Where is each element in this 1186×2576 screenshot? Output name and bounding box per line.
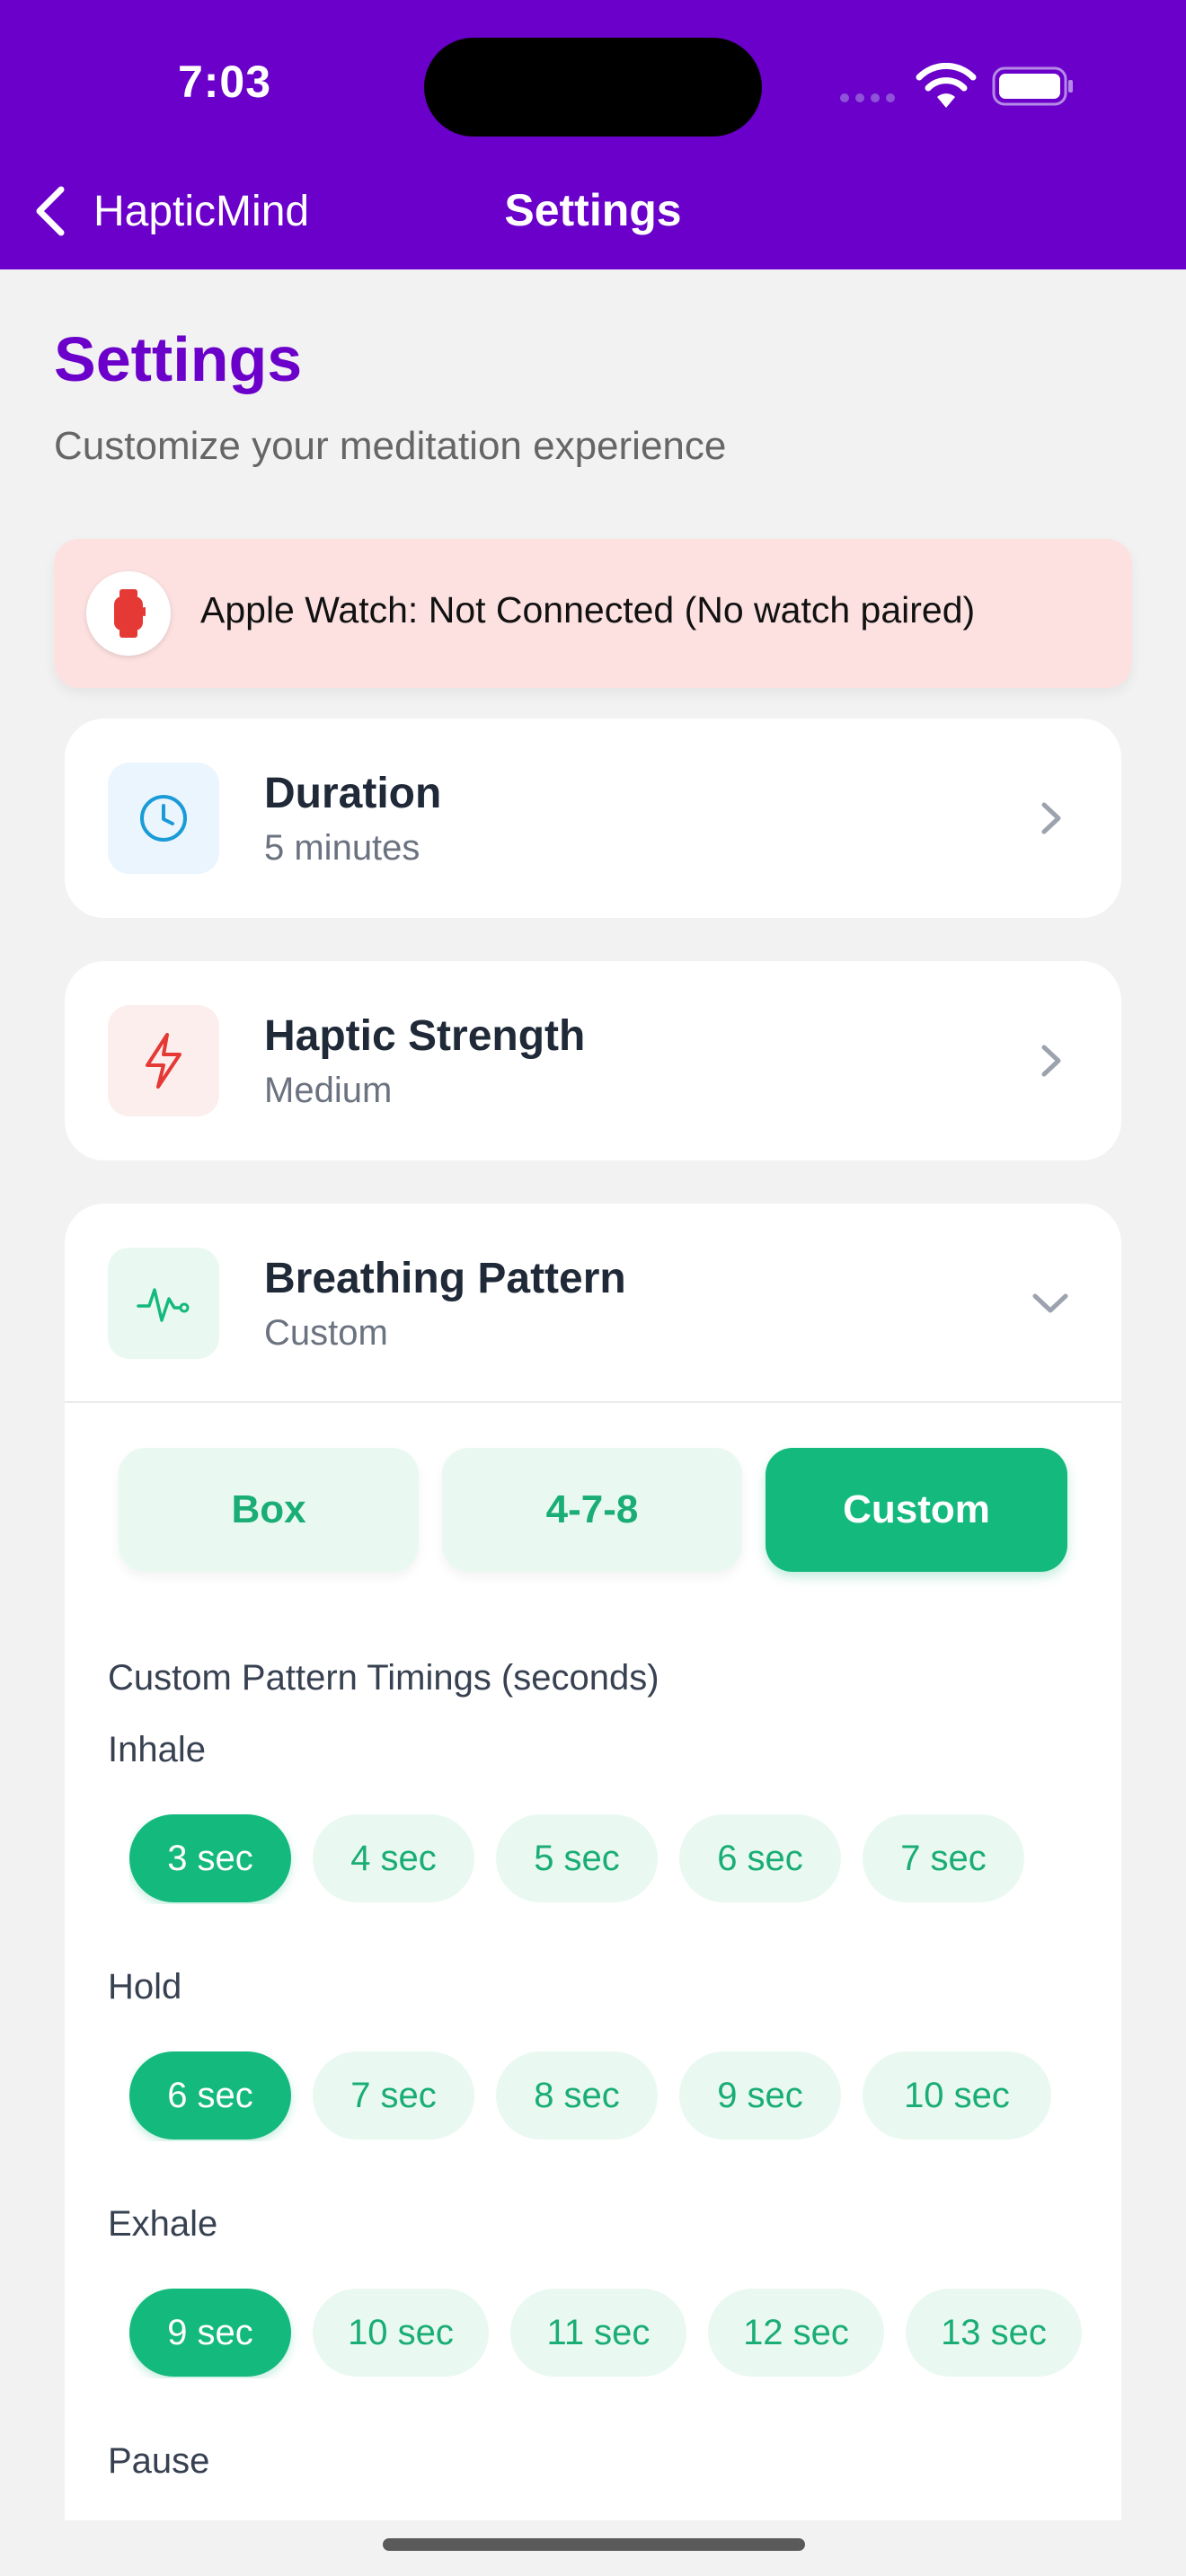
hold-option[interactable]: 6 sec: [129, 2051, 291, 2139]
hold-option[interactable]: 7 sec: [313, 2051, 474, 2139]
hold-label: Hold: [108, 1967, 182, 2007]
hold-options: 6 sec 7 sec 8 sec 9 sec 10 sec: [129, 2051, 1089, 2141]
pause-label: Pause: [108, 2441, 210, 2481]
duration-setting-card[interactable]: Duration 5 minutes: [65, 719, 1121, 918]
exhale-option[interactable]: 12 sec: [708, 2289, 884, 2377]
page-title: Settings: [54, 324, 303, 394]
wifi-icon: [916, 63, 977, 108]
watch-status-text: Apple Watch: Not Connected (No watch pai…: [200, 589, 976, 631]
cellular-signal-icon: [840, 93, 895, 102]
exhale-option[interactable]: 9 sec: [129, 2289, 291, 2377]
haptic-strength-title: Haptic Strength: [264, 1012, 586, 1060]
watch-status-banner: Apple Watch: Not Connected (No watch pai…: [54, 539, 1132, 688]
chevron-left-icon: [36, 186, 65, 236]
chevron-down-icon: [1032, 1293, 1068, 1313]
inhale-option[interactable]: 7 sec: [863, 1814, 1024, 1902]
back-button-label: HapticMind: [93, 187, 310, 235]
hold-option[interactable]: 9 sec: [679, 2051, 841, 2139]
duration-value: 5 minutes: [264, 828, 420, 868]
custom-timings-heading: Custom Pattern Timings (seconds): [108, 1658, 659, 1698]
back-button[interactable]: HapticMind: [32, 180, 309, 243]
breathing-pattern-title: Breathing Pattern: [264, 1255, 626, 1302]
divider: [65, 1401, 1121, 1403]
inhale-options: 3 sec 4 sec 5 sec 6 sec 7 sec: [129, 1814, 1089, 1904]
page-subtitle: Customize your meditation experience: [54, 424, 727, 468]
dynamic-island: [424, 38, 762, 137]
status-time: 7:03: [177, 57, 272, 107]
battery-icon: [992, 66, 1073, 106]
heartbeat-icon: [108, 1248, 219, 1359]
inhale-option[interactable]: 4 sec: [313, 1814, 474, 1902]
breathing-pattern-header[interactable]: Breathing Pattern Custom: [65, 1204, 1121, 1401]
haptic-strength-setting-card[interactable]: Haptic Strength Medium: [65, 961, 1121, 1160]
clock-icon: [108, 763, 219, 874]
exhale-option[interactable]: 13 sec: [906, 2289, 1082, 2377]
inhale-option[interactable]: 6 sec: [679, 1814, 841, 1902]
breathing-pattern-value: Custom: [264, 1313, 388, 1353]
exhale-options: 9 sec 10 sec 11 sec 12 sec 13 sec: [129, 2289, 1089, 2378]
hold-option[interactable]: 10 sec: [863, 2051, 1051, 2139]
exhale-option[interactable]: 10 sec: [313, 2289, 489, 2377]
exhale-option[interactable]: 11 sec: [510, 2289, 686, 2377]
chevron-right-icon: [1041, 1045, 1061, 1077]
bolt-icon: [108, 1005, 219, 1116]
haptic-strength-value: Medium: [264, 1071, 393, 1110]
exhale-label: Exhale: [108, 2204, 218, 2244]
home-indicator[interactable]: [383, 2538, 805, 2551]
hold-option[interactable]: 8 sec: [496, 2051, 658, 2139]
chevron-right-icon: [1041, 802, 1061, 834]
inhale-option[interactable]: 3 sec: [129, 1814, 291, 1902]
duration-title: Duration: [264, 770, 442, 817]
pattern-option-custom[interactable]: Custom: [766, 1448, 1067, 1572]
inhale-label: Inhale: [108, 1730, 206, 1769]
nav-title: Settings: [504, 185, 682, 235]
inhale-option[interactable]: 5 sec: [496, 1814, 658, 1902]
watch-icon: [86, 571, 171, 656]
breathing-pattern-setting-card: Breathing Pattern Custom Box 4-7-8 Custo…: [65, 1204, 1121, 2576]
pattern-option-box[interactable]: Box: [119, 1448, 419, 1572]
navigation-bar: 7:03 HapticMind Settings: [0, 0, 1186, 269]
pattern-option-4-7-8[interactable]: 4-7-8: [442, 1448, 742, 1572]
